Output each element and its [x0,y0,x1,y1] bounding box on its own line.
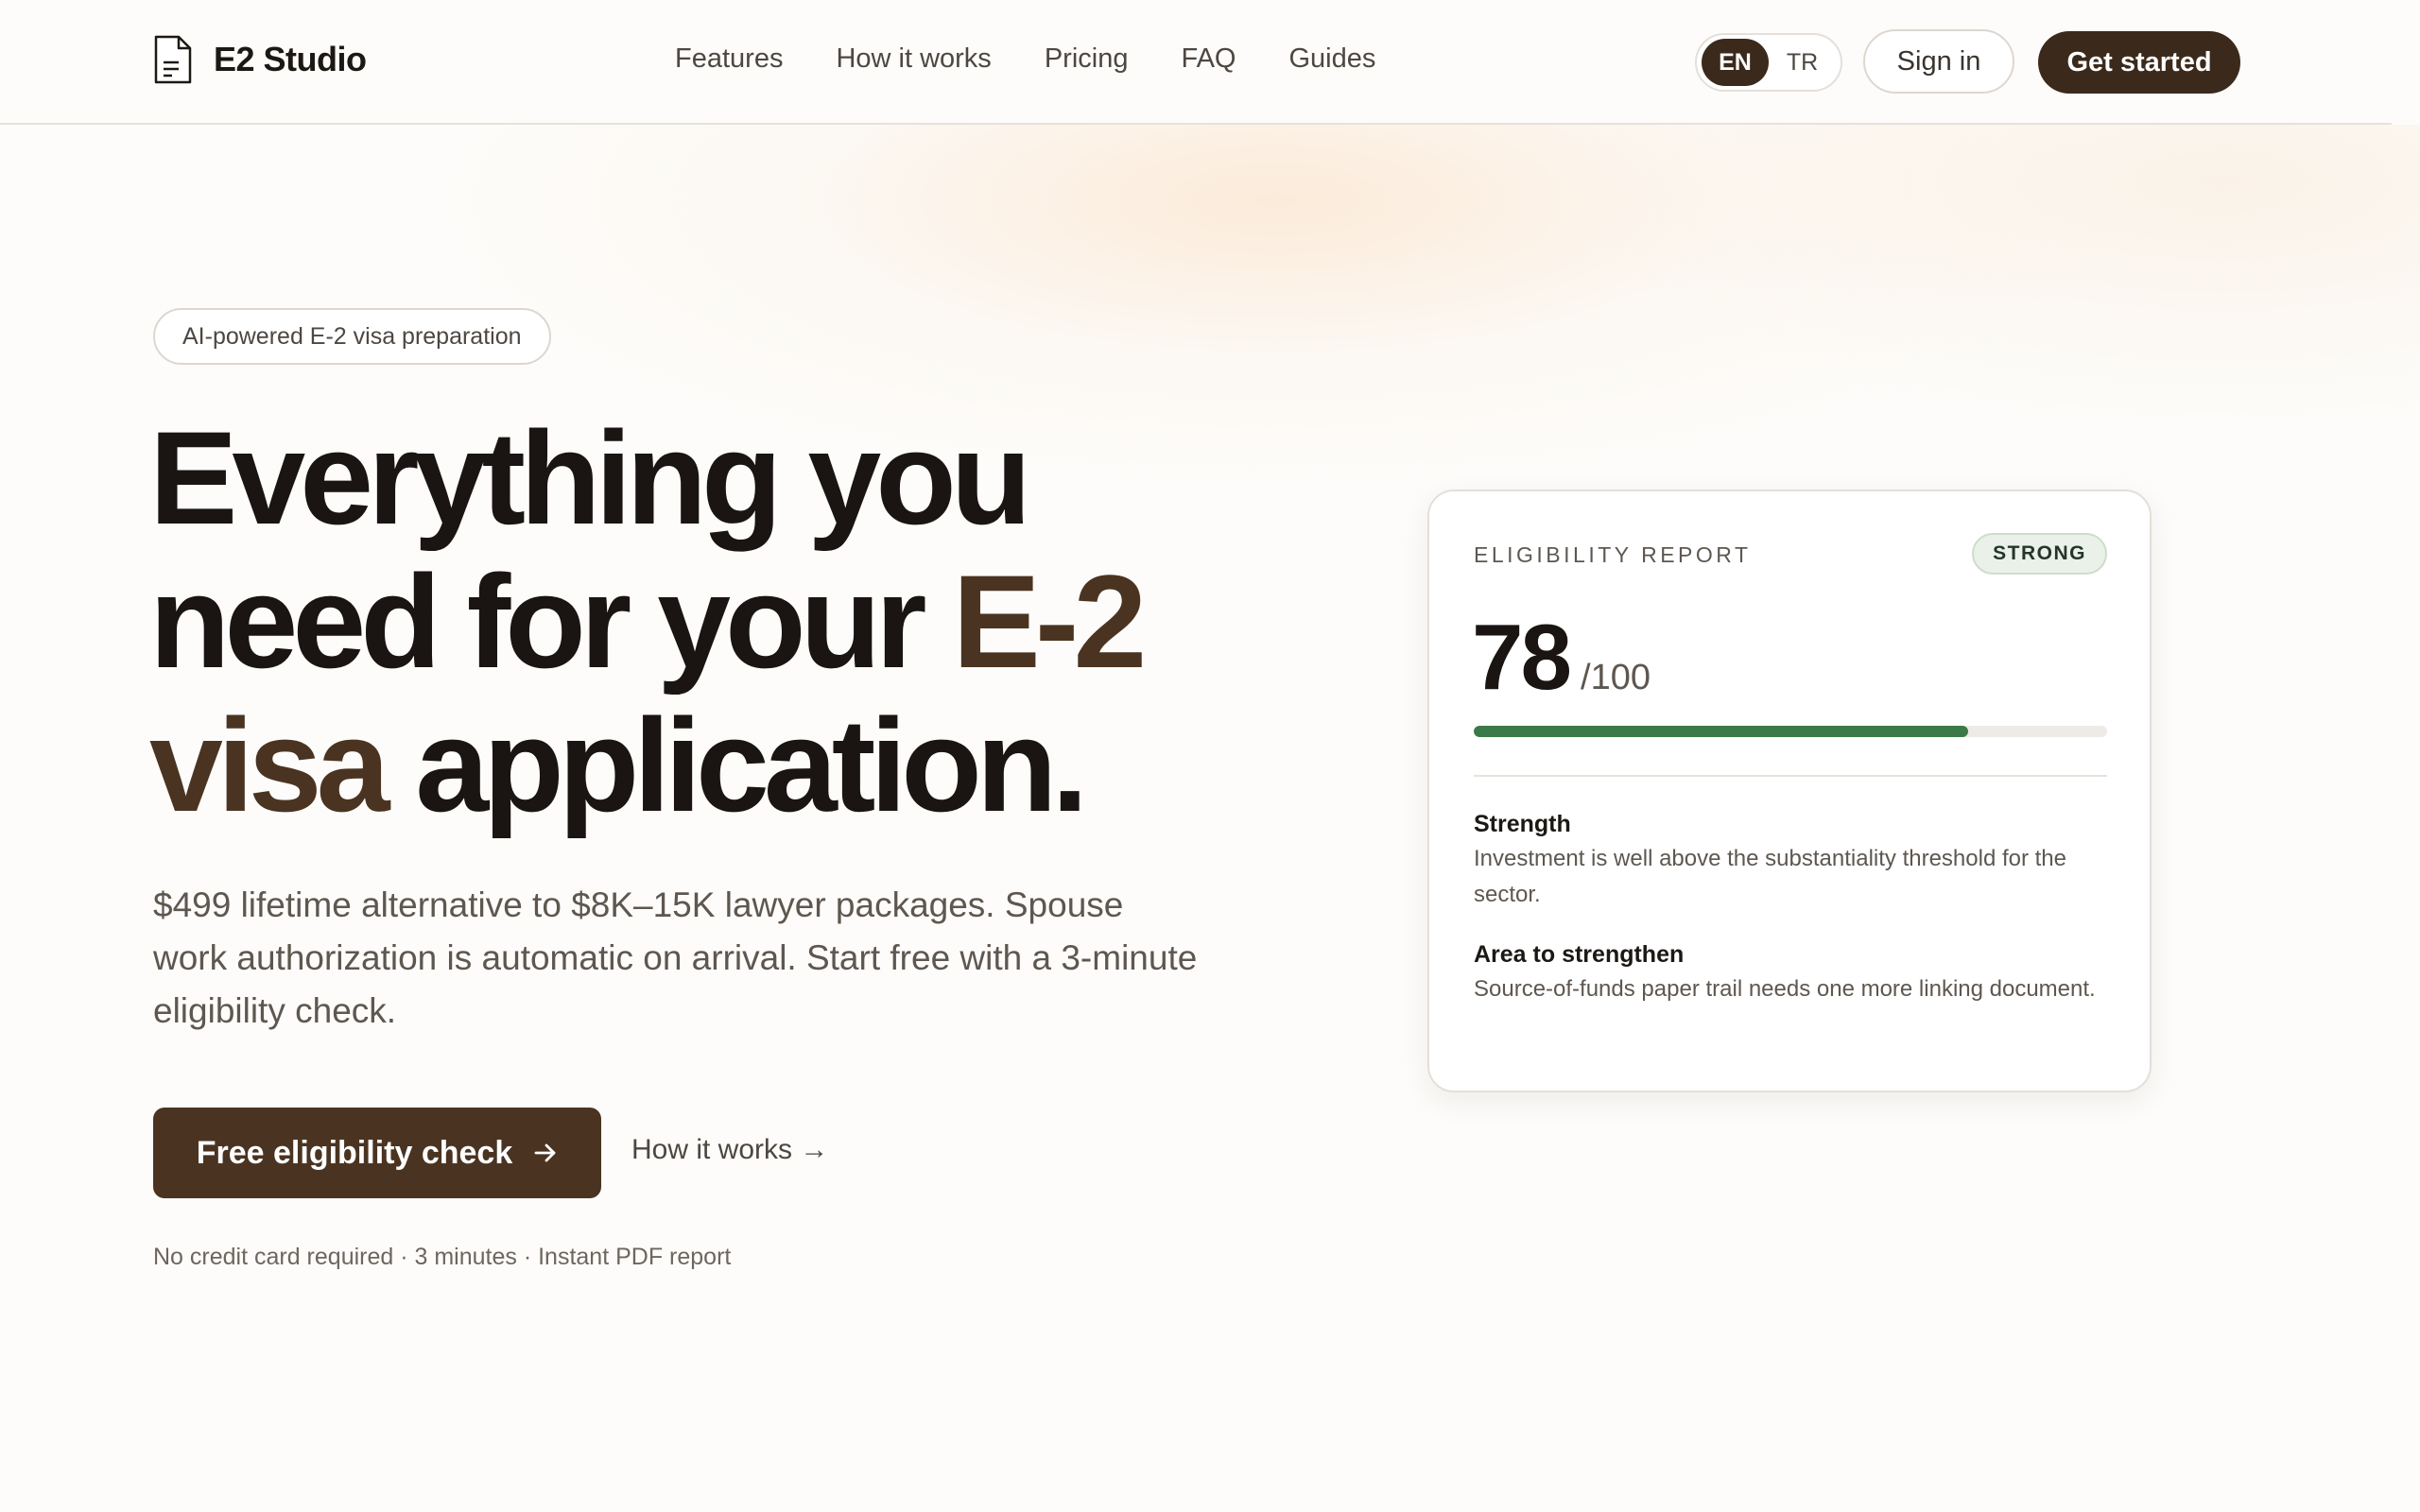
main-nav: Features How it works Pricing FAQ Guides [675,43,1375,75]
brand-logo[interactable]: E2 Studio [153,34,367,85]
top-navbar: E2 Studio Features How it works Pricing … [0,0,2392,125]
cta-label: Free eligibility check [196,1134,513,1171]
status-badge: STRONG [1972,533,2107,575]
hero-subtext: $499 lifetime alternative to $8K–15K law… [153,885,1198,1030]
headline-part-2: application. [384,691,1088,839]
free-eligibility-check-button[interactable]: Free eligibility check [153,1108,601,1198]
lang-option-tr[interactable]: TR [1769,39,1836,86]
nav-link-guides[interactable]: Guides [1288,43,1375,75]
score-progress-bar [1474,726,2107,737]
brand-name: E2 Studio [214,40,367,78]
report-label: ELIGIBILITY REPORT [1474,542,1752,567]
nav-link-how-it-works[interactable]: How it works [836,43,991,75]
improve-text: Source-of-funds paper trail needs one mo… [1474,976,2096,1002]
improve-title: Area to strengthen [1474,941,1685,968]
hero-meta-note: No credit card required · 3 minutes · In… [153,1244,732,1270]
nav-link-features[interactable]: Features [675,43,783,75]
landing-page: E2 Studio Features How it works Pricing … [0,0,2420,1512]
nav-link-pricing[interactable]: Pricing [1045,43,1129,75]
strength-text: Investment is well above the substantial… [1474,846,2066,907]
headline-part-1: Everything you need for your [149,404,1031,696]
get-started-button[interactable]: Get started [2038,31,2240,94]
lang-option-en[interactable]: EN [1702,39,1769,86]
score-progress-fill [1474,726,1968,737]
nav-link-faq[interactable]: FAQ [1181,43,1236,75]
sign-in-button[interactable]: Sign in [1863,29,2014,94]
score-value: 78 [1472,605,1572,709]
how-it-works-link[interactable]: How it works → [631,1134,828,1166]
card-divider [1474,775,2107,777]
arrow-right-icon [534,1143,556,1162]
hero-tag-badge: AI-powered E-2 visa preparation [153,308,551,365]
hero-headline: Everything you need for your E-2 visa ap… [149,406,1284,837]
language-toggle: EN TR [1695,33,1842,92]
eligibility-report-card: ELIGIBILITY REPORT STRONG 78 /100 Streng… [1427,490,2152,1092]
score-max: /100 [1581,658,1651,697]
document-icon [154,35,192,84]
score-display: 78 /100 [1472,610,1651,703]
strength-title: Strength [1474,811,1571,837]
